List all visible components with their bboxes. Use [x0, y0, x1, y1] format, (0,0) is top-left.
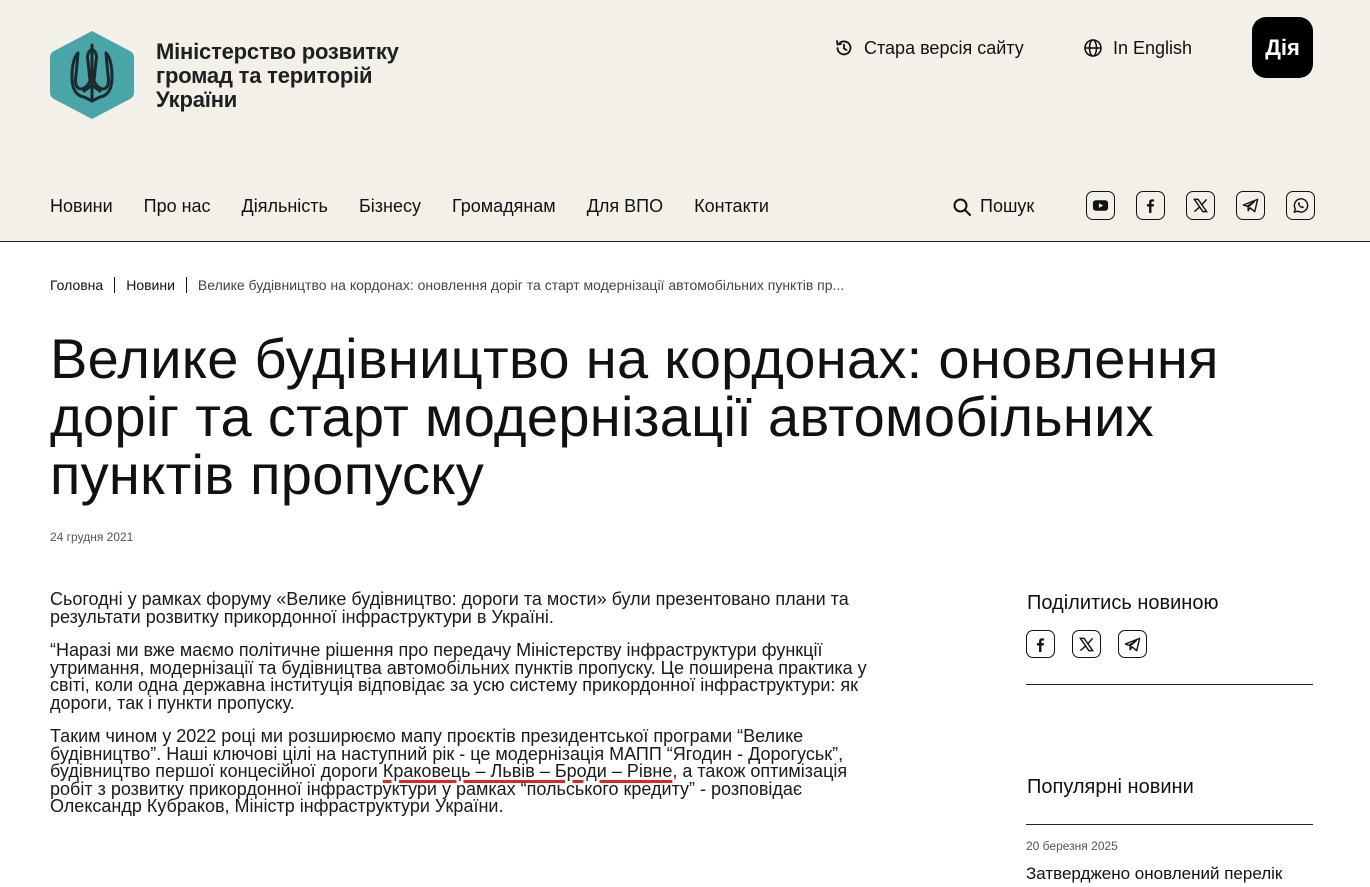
search-icon: [953, 198, 971, 216]
old-site-link[interactable]: Стара версія сайту: [834, 36, 1024, 60]
breadcrumb-news[interactable]: Новини: [126, 277, 175, 293]
article-paragraph: Сьогодні у рамках форуму «Велике будівни…: [50, 589, 849, 627]
telegram-button[interactable]: [1236, 191, 1265, 220]
share-x-button[interactable]: [1072, 630, 1101, 658]
globe-icon: [1084, 39, 1102, 57]
facebook-button[interactable]: [1136, 191, 1165, 220]
article-date: 24 грудня 2021: [50, 530, 134, 544]
nav-item-contacts[interactable]: Контакти: [694, 196, 769, 217]
article-body: Сьогодні у рамках форуму «Велике будівни…: [50, 589, 880, 832]
search-label: Пошук: [980, 196, 1035, 216]
nav-item-about[interactable]: Про нас: [144, 196, 211, 217]
popular-news-date: 20 березня 2025: [1026, 839, 1118, 853]
popular-news-link[interactable]: Затверджено оновлений перелік: [1026, 864, 1282, 884]
share-telegram-button[interactable]: [1118, 630, 1147, 658]
ministry-name[interactable]: Міністерство розвитку громад та територі…: [156, 40, 456, 112]
share-facebook-button[interactable]: [1026, 630, 1055, 658]
breadcrumb-home[interactable]: Головна: [50, 277, 103, 293]
share-title: Поділитись новиною: [1027, 592, 1219, 614]
facebook-icon: [1036, 637, 1045, 652]
nav-item-business[interactable]: Бізнесу: [359, 196, 421, 217]
article-paragraph: “Наразі ми вже маємо політичне рішення п…: [50, 640, 867, 713]
page-title: Велике будівництво на кордонах: оновленн…: [50, 327, 1219, 506]
facebook-icon: [1146, 199, 1155, 214]
telegram-icon: [1242, 198, 1259, 213]
diia-label: Дія: [1265, 34, 1300, 60]
history-icon: [836, 40, 852, 56]
whatsapp-icon: [1293, 198, 1309, 214]
youtube-button[interactable]: [1086, 191, 1115, 220]
x-icon: [1079, 637, 1094, 651]
header-socials: [1086, 191, 1315, 220]
main-nav: Новини Про нас Діяльність Бізнесу Громад…: [50, 196, 800, 217]
site-header: Міністерство розвитку громад та територі…: [0, 0, 1370, 242]
x-icon: [1193, 198, 1208, 213]
nav-item-citizens[interactable]: Громадянам: [452, 196, 556, 217]
english-link[interactable]: In English: [1083, 36, 1192, 60]
nav-item-activity[interactable]: Діяльність: [242, 196, 328, 217]
telegram-icon: [1124, 637, 1141, 651]
x-button[interactable]: [1186, 191, 1215, 220]
sidebar-divider: [1026, 684, 1313, 685]
trident-icon[interactable]: [50, 29, 134, 121]
share-icons: [1026, 630, 1147, 658]
nav-item-idp[interactable]: Для ВПО: [587, 196, 663, 217]
breadcrumb-current: Велике будівництво на кордонах: оновленн…: [197, 277, 845, 293]
article-paragraph: Таким чином у 2022 році ми розширюємо ма…: [50, 727, 880, 816]
english-label: In English: [1113, 37, 1193, 58]
youtube-icon: [1092, 200, 1109, 211]
ministry-name-line: громад та територій: [156, 63, 373, 88]
whatsapp-button[interactable]: [1286, 191, 1315, 220]
breadcrumb-separator: [114, 277, 116, 293]
ministry-name-line: Міністерство розвитку: [156, 39, 399, 64]
ministry-name-line: України: [156, 87, 238, 112]
popular-news-title: Популярні новини: [1027, 776, 1194, 798]
search-button[interactable]: Пошук: [952, 196, 1034, 217]
nav-item-news[interactable]: Новини: [50, 196, 113, 217]
sidebar-divider: [1026, 824, 1313, 825]
old-site-label: Стара версія сайту: [864, 37, 1024, 58]
breadcrumb: Головна Новини Велике будівництво на кор…: [50, 277, 844, 293]
breadcrumb-separator: [185, 277, 187, 293]
diia-button[interactable]: Дія: [1252, 17, 1313, 78]
